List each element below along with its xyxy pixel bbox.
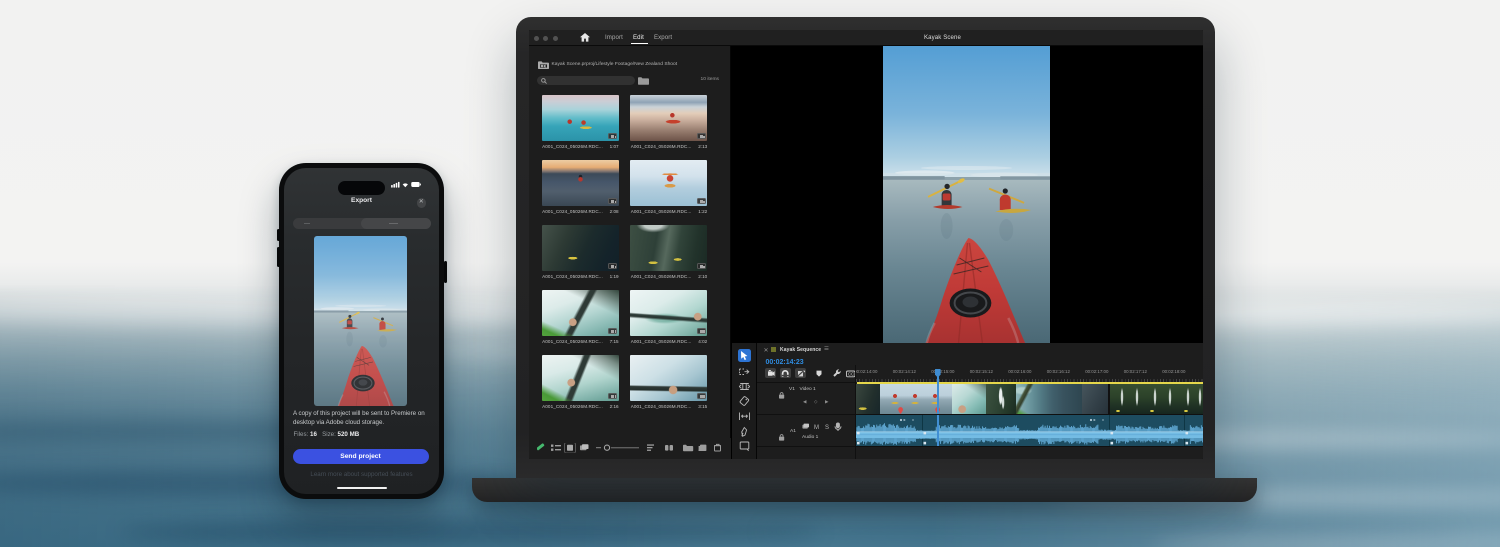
svg-text:M: M — [814, 425, 819, 431]
svg-text:S: S — [825, 425, 829, 431]
svg-text:CC: CC — [848, 371, 854, 376]
